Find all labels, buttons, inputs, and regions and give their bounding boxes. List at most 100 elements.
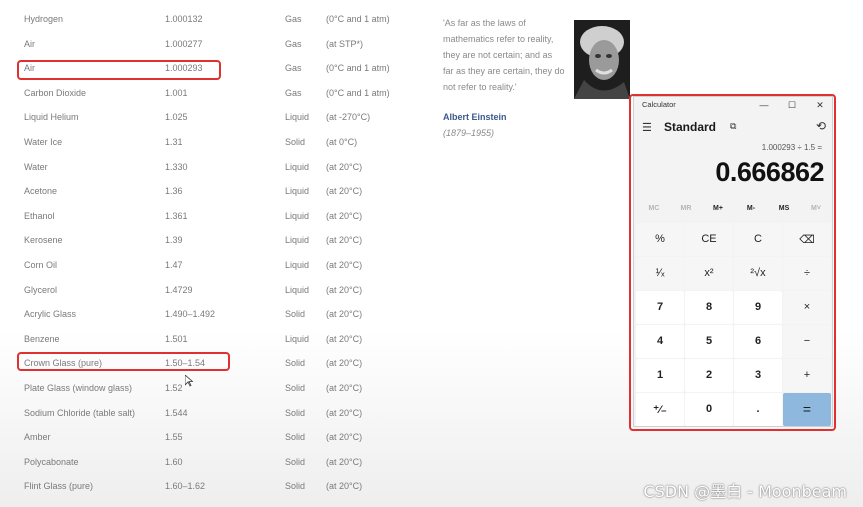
refractive-index: 1.55 (165, 432, 183, 443)
refractive-index: 1.39 (165, 235, 183, 246)
material-name: Polycabonate (24, 456, 79, 467)
material-state: Liquid (285, 235, 310, 246)
material-condition: (at 0°C) (326, 136, 358, 147)
refractive-index: 1.52 (165, 382, 183, 393)
material-condition: (at 20°C) (326, 309, 363, 320)
watermark: CSDN @墨白 - Moonbeam (643, 482, 847, 501)
material-state: Solid (285, 382, 306, 393)
quote-text: 'As far as the laws of mathematics refer… (443, 18, 565, 92)
material-state: Liquid (285, 284, 310, 295)
material-name: Water Ice (24, 136, 63, 147)
table-row: Benzene 1.501 Liquid (at 20°C) (0, 326, 430, 351)
table-row: Acetone 1.36 Liquid (at 20°C) (0, 178, 430, 203)
material-condition: (at 20°C) (326, 333, 363, 344)
material-name: Air (24, 38, 35, 49)
material-state: Solid (285, 407, 306, 418)
material-condition: (at 20°C) (326, 382, 363, 393)
material-condition: (at 20°C) (326, 358, 363, 369)
crown-glass-row-highlight (17, 352, 230, 371)
material-name: Acetone (24, 186, 58, 197)
material-name: Liquid Helium (24, 112, 79, 123)
author-portrait (574, 20, 630, 99)
material-condition: (at 20°C) (326, 432, 363, 443)
quote-years: (1879–1955) (443, 128, 495, 138)
material-name: Benzene (24, 333, 60, 344)
material-state: Liquid (285, 186, 310, 197)
table-row: Acrylic Glass 1.490–1.492 Solid (at 20°C) (0, 301, 430, 326)
material-condition: (at 20°C) (326, 481, 363, 492)
material-state: Gas (285, 63, 302, 74)
material-name: Sodium Chloride (table salt) (24, 407, 136, 418)
refractive-index: 1.36 (165, 186, 183, 197)
material-condition: (at 20°C) (326, 186, 363, 197)
material-condition: (at 20°C) (326, 210, 363, 221)
material-state: Gas (285, 14, 302, 24)
material-condition: (0°C and 1 atm) (326, 63, 390, 74)
refractive-index: 1.330 (165, 161, 188, 172)
material-state: Solid (285, 309, 306, 320)
material-condition: (at 20°C) (326, 259, 363, 270)
table-row: Glycerol 1.4729 Liquid (at 20°C) (0, 277, 430, 302)
material-condition: (at 20°C) (326, 161, 363, 172)
refractive-index: 1.000132 (165, 14, 203, 24)
material-name: Ethanol (24, 210, 55, 221)
material-state: Liquid (285, 161, 310, 172)
material-name: Hydrogen (24, 14, 64, 24)
refractive-index: 1.544 (165, 407, 188, 418)
material-state: Solid (285, 432, 306, 443)
table-row: Kerosene 1.39 Liquid (at 20°C) (0, 227, 430, 252)
material-condition: (at -270°C) (326, 112, 371, 123)
material-condition: (at 20°C) (326, 235, 363, 246)
calculator-highlight (629, 94, 836, 431)
material-state: Solid (285, 358, 306, 369)
material-name: Plate Glass (window glass) (24, 382, 133, 393)
material-name: Carbon Dioxide (24, 87, 87, 98)
material-name: Flint Glass (pure) (24, 481, 94, 492)
material-condition: (0°C and 1 atm) (326, 14, 390, 24)
material-state: Gas (285, 87, 302, 98)
table-row: Polycabonate 1.60 Solid (at 20°C) (0, 449, 430, 474)
material-state: Solid (285, 136, 306, 147)
table-row: Ethanol 1.361 Liquid (at 20°C) (0, 203, 430, 228)
air-row-highlight (17, 60, 221, 80)
material-condition: (0°C and 1 atm) (326, 87, 390, 98)
material-condition: (at 20°C) (326, 284, 363, 295)
table-row: Hydrogen 1.000132 Gas (0°C and 1 atm) (0, 6, 430, 31)
material-state: Liquid (285, 259, 310, 270)
material-name: Water (24, 161, 48, 172)
refractive-index: 1.47 (165, 259, 183, 270)
refractive-index: 1.361 (165, 210, 188, 221)
refractive-index: 1.31 (165, 136, 183, 147)
table-row: Water Ice 1.31 Solid (at 0°C) (0, 129, 430, 154)
refractive-index: 1.4729 (165, 284, 193, 295)
table-row: Sodium Chloride (table salt) 1.544 Solid (a… (0, 400, 430, 425)
refractive-index: 1.60–1.62 (165, 481, 206, 492)
material-condition: (at 20°C) (326, 456, 363, 467)
refractive-index: 1.000277 (165, 38, 203, 49)
material-state: Liquid (285, 333, 310, 344)
refractive-index: 1.001 (165, 87, 188, 98)
material-name: Kerosene (24, 235, 63, 246)
material-state: Liquid (285, 210, 310, 221)
material-state: Gas (285, 38, 302, 49)
table-row: Corn Oil 1.47 Liquid (at 20°C) (0, 252, 430, 277)
table-row: Air 1.000277 Gas (at STP*) (0, 31, 430, 56)
table-row: Flint Glass (pure) 1.60–1.62 Solid (at 20°C… (0, 473, 430, 498)
material-condition: (at STP*) (326, 38, 364, 49)
refractive-index: 1.490–1.492 (165, 309, 216, 320)
table-row: Carbon Dioxide 1.001 Gas (0°C and 1 atm) (0, 80, 430, 105)
material-name: Glycerol (24, 284, 58, 295)
table-row: Water 1.330 Liquid (at 20°C) (0, 154, 430, 179)
mouse-cursor-icon (184, 374, 194, 390)
material-state: Solid (285, 481, 306, 492)
table-row: Plate Glass (window glass) 1.52 Solid (at 2… (0, 375, 430, 400)
material-state: Liquid (285, 112, 310, 123)
refractive-index: 1.025 (165, 112, 188, 123)
material-name: Amber (24, 432, 51, 443)
table-row: Liquid Helium 1.025 Liquid (at -270°C) (0, 104, 430, 129)
quote-author: Albert Einstein (443, 112, 507, 122)
material-name: Corn Oil (24, 259, 58, 270)
material-name: Acrylic Glass (24, 309, 77, 320)
material-state: Solid (285, 456, 306, 467)
table-row: Amber 1.55 Solid (at 20°C) (0, 424, 430, 449)
